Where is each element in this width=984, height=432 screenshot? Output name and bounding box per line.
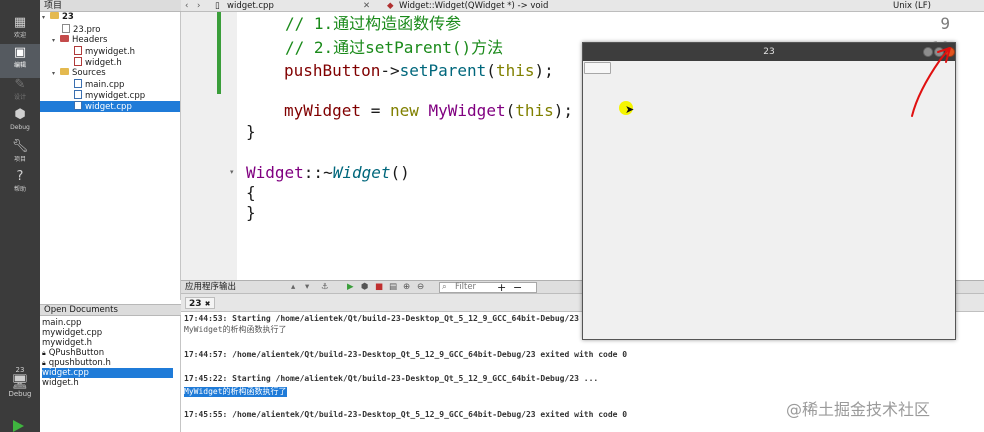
watermark: @稀土掘金技术社区: [786, 400, 931, 419]
close-tab-icon[interactable]: ✖: [205, 300, 211, 308]
mode-help[interactable]: ? 帮助: [0, 168, 40, 202]
filter-placeholder: Filter: [455, 282, 477, 292]
open-doc-item[interactable]: mywidget.cpp: [42, 328, 173, 338]
change-marker: [217, 12, 221, 94]
source-file-icon: [74, 101, 82, 110]
open-documents-header: Open Documents: [40, 304, 181, 316]
header-file-icon: [74, 46, 82, 55]
file-icon: ▯: [215, 1, 220, 11]
debug-icon: ⬢: [14, 107, 26, 122]
lock-icon: 🔒︎: [42, 349, 46, 357]
open-documents-list: main.cpp mywidget.cpp mywidget.h 🔒︎ QPush…: [40, 316, 181, 432]
kit-selector[interactable]: 23 🖥︎ Debug: [0, 366, 40, 398]
project-tree: ▾ 23 23.pro ▾ Headers mywidget.h widget.h …: [40, 12, 181, 300]
header-file-icon: [74, 57, 82, 66]
tree-item-mywidget-cpp[interactable]: mywidget.cpp: [74, 90, 145, 101]
folder-icon: [60, 35, 69, 42]
mode-edit[interactable]: ▣ 编辑: [0, 44, 40, 78]
code-line: // 2.通过setParent()方法: [285, 38, 504, 57]
output-line: 17:45:22: Starting /home/alientek/Qt/bui…: [184, 374, 599, 383]
stop-icon[interactable]: ■: [375, 281, 383, 294]
search-icon: ⌕: [442, 282, 447, 292]
open-doc-item-selected[interactable]: widget.cpp: [42, 368, 173, 378]
code-line: pushButton->setParent(this);: [284, 61, 554, 80]
nav-back-icon[interactable]: ‹: [185, 0, 188, 12]
folder-icon: [60, 68, 69, 75]
file-icon: [62, 24, 70, 33]
mode-sidebar: ▦ 欢迎 ▣ 编辑 ✎ 设计 ⬢ Debug 🔧︎ 项目 ? 帮助 23 🖥︎ …: [0, 0, 40, 432]
expand-arrow-icon[interactable]: ▾: [52, 35, 60, 46]
zoom-in-icon[interactable]: ⊕: [403, 281, 410, 294]
line-number: 9: [940, 14, 950, 33]
folder-icon: [50, 12, 59, 19]
grid-icon: ▦: [13, 15, 27, 30]
help-icon: ?: [16, 169, 24, 184]
tree-item-widget-cpp[interactable]: widget.cpp: [40, 101, 180, 112]
output-line: 17:45:55: /home/alientek/Qt/build-23-Des…: [184, 410, 628, 419]
output-tab[interactable]: 23 ✖: [185, 297, 215, 309]
tree-item-project[interactable]: ▾ 23: [42, 12, 74, 23]
next-item-icon[interactable]: ▾: [305, 281, 309, 294]
tree-item-mywidget-h[interactable]: mywidget.h: [74, 46, 135, 57]
wrench-icon: 🔧︎: [11, 139, 29, 154]
fold-marker-icon[interactable]: ▾: [230, 168, 234, 176]
mode-debug[interactable]: ⬢ Debug: [0, 106, 40, 140]
output-line: 17:44:53: Starting /home/alientek/Qt/bui…: [184, 314, 599, 323]
symbol-icon: ◆: [387, 1, 394, 11]
open-doc-item[interactable]: main.cpp: [42, 318, 173, 328]
mouse-cursor-icon: ➤: [625, 103, 635, 116]
output-line: 17:44:57: /home/alientek/Qt/build-23-Des…: [184, 350, 628, 359]
open-doc-item[interactable]: 🔒︎ QPushButton: [42, 348, 173, 358]
previous-item-icon[interactable]: ▴: [291, 281, 295, 294]
clear-icon[interactable]: ▤: [389, 281, 397, 294]
code-line: Widget::~Widget(): [246, 163, 410, 182]
monitor-icon: 🖥︎: [11, 374, 29, 390]
line-number-gutter: [181, 12, 237, 280]
open-doc-item[interactable]: widget.h: [42, 378, 173, 388]
zoom-out-icon[interactable]: ⊖: [417, 281, 424, 294]
run-icon[interactable]: [13, 420, 24, 432]
design-icon: ✎: [14, 77, 26, 92]
expand-arrow-icon[interactable]: ▾: [52, 68, 60, 79]
mode-welcome[interactable]: ▦ 欢迎: [0, 14, 40, 48]
code-line: }: [246, 203, 256, 222]
remove-button[interactable]: −: [513, 281, 522, 294]
tree-item-pro-file[interactable]: 23.pro: [62, 24, 100, 35]
rerun-icon[interactable]: ▶: [347, 281, 354, 294]
add-button[interactable]: +: [497, 281, 506, 294]
code-line: // 1.通过构造函数传参: [285, 14, 462, 33]
tree-item-sources[interactable]: ▾ Sources: [52, 68, 106, 79]
debug-run-icon[interactable]: ⬢: [361, 281, 368, 294]
expand-arrow-icon[interactable]: ▾: [42, 12, 50, 23]
tree-item-main-cpp[interactable]: main.cpp: [74, 79, 124, 90]
push-button[interactable]: [584, 62, 611, 74]
lock-icon: 🔒︎: [42, 359, 46, 367]
editor-toolbar: ‹ › ▯ widget.cpp ✕ ◆ Widget::Widget(QWid…: [181, 0, 984, 12]
output-pane-title: 应用程序输出: [185, 282, 237, 292]
output-line-highlighted: MyWidget的析构函数执行了: [184, 387, 287, 397]
tree-item-widget-h[interactable]: widget.h: [74, 57, 122, 68]
annotation-arrow-icon: [911, 47, 951, 117]
nav-forward-icon[interactable]: ›: [197, 0, 200, 12]
file-selector[interactable]: widget.cpp: [227, 0, 274, 12]
source-file-icon: [74, 79, 82, 88]
line-ending-selector[interactable]: Unix (LF): [893, 0, 931, 12]
filter-input[interactable]: [439, 282, 537, 293]
code-line: }: [246, 122, 256, 141]
open-doc-item[interactable]: 🔒︎ qpushbutton.h: [42, 358, 173, 368]
mode-design[interactable]: ✎ 设计: [0, 76, 40, 110]
close-document-icon[interactable]: ✕: [363, 0, 370, 12]
edit-icon: ▣: [13, 45, 27, 60]
attach-icon[interactable]: ⚓︎: [321, 281, 329, 294]
source-file-icon: [74, 90, 82, 99]
mode-projects[interactable]: 🔧︎ 项目: [0, 138, 40, 172]
output-line: MyWidget的析构函数执行了: [184, 325, 287, 334]
project-panel-header: 项目: [40, 0, 181, 12]
code-line: myWidget = new MyWidget(this);: [284, 101, 574, 120]
tree-item-headers[interactable]: ▾ Headers: [52, 35, 107, 46]
open-doc-item[interactable]: mywidget.h: [42, 338, 173, 348]
symbol-selector[interactable]: Widget::Widget(QWidget *) -> void: [399, 0, 548, 12]
code-line: {: [246, 183, 256, 202]
